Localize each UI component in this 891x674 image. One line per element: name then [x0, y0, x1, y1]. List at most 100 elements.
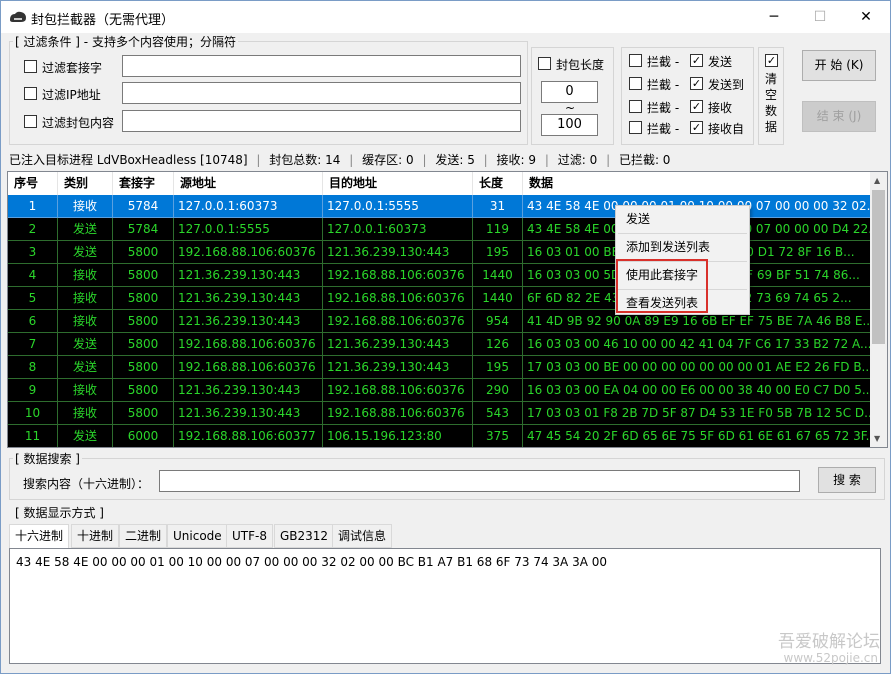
- tab-hex[interactable]: 十六进制: [9, 524, 70, 549]
- filter-ip-checkbox[interactable]: [24, 87, 37, 100]
- column-header-length[interactable]: 长度: [473, 172, 523, 195]
- column-header-destination[interactable]: 目的地址: [323, 172, 473, 195]
- status-recv: 接收: 9: [496, 153, 537, 167]
- length-min-input[interactable]: 0: [541, 81, 598, 103]
- start-button[interactable]: 开 始 (K): [802, 50, 876, 81]
- display-group-title: [ 数据显示方式 ]: [13, 504, 106, 521]
- filter-content-label: 过滤封包内容: [42, 116, 115, 130]
- title-bar[interactable]: 封包拦截器（无需代理） ─ ☐ ✕: [1, 1, 890, 33]
- cell-source: 121.36.239.130:443: [174, 310, 323, 333]
- tab-binary[interactable]: 二进制: [119, 524, 168, 548]
- tab-utf8[interactable]: UTF-8: [226, 524, 273, 548]
- cell-index: 8: [8, 356, 58, 379]
- clear-data-label-1: 清: [765, 72, 778, 86]
- filter-socket-input[interactable]: [122, 55, 521, 77]
- log-recvfrom-checkbox[interactable]: ✓: [690, 121, 703, 134]
- cell-data: 17 03 03 01 F8 2B 7D 5F 87 D4 53 1E F0 5…: [523, 402, 874, 425]
- tab-unicode[interactable]: Unicode: [167, 524, 228, 548]
- length-checkbox[interactable]: [538, 57, 551, 70]
- clear-data-label-2: 空: [765, 88, 778, 102]
- log-recv-checkbox[interactable]: ✓: [690, 100, 703, 113]
- status-separator: |: [606, 153, 611, 167]
- filter-content-checkbox[interactable]: [24, 115, 37, 128]
- cell-length: 543: [473, 402, 523, 425]
- cell-destination: 106.15.196.123:80: [323, 425, 473, 447]
- cell-length: 954: [473, 310, 523, 333]
- cell-destination: 121.36.239.130:443: [323, 333, 473, 356]
- log-sendto-checkbox[interactable]: ✓: [690, 77, 703, 90]
- column-header-type[interactable]: 类别: [58, 172, 113, 195]
- cell-index: 10: [8, 402, 58, 425]
- menu-item-add-to-send-list[interactable]: 添加到发送列表: [618, 236, 747, 258]
- column-header-data[interactable]: 数据: [523, 172, 874, 195]
- scroll-up-icon[interactable]: ▲: [874, 176, 880, 185]
- intercept-recv-checkbox[interactable]: [629, 100, 642, 113]
- status-total: 封包总数: 14: [269, 153, 341, 167]
- cell-destination: 121.36.239.130:443: [323, 356, 473, 379]
- tab-debug[interactable]: 调试信息: [332, 524, 393, 548]
- column-header-socket[interactable]: 套接字: [113, 172, 174, 195]
- table-row[interactable]: 9 接收 5800 121.36.239.130:443 192.168.88.106:…: [8, 379, 874, 402]
- log-sendto-label: 发送到: [708, 78, 745, 92]
- scroll-down-icon[interactable]: ▼: [874, 434, 880, 443]
- cell-socket: 5800: [113, 241, 174, 264]
- cell-socket: 5800: [113, 333, 174, 356]
- cell-type: 发送: [58, 241, 113, 264]
- cell-socket: 5784: [113, 195, 174, 218]
- table-row[interactable]: 10 接收 5800 121.36.239.130:443 192.168.88.106…: [8, 402, 874, 425]
- maximize-button[interactable]: ☐: [797, 1, 843, 33]
- cell-socket: 5800: [113, 287, 174, 310]
- search-input[interactable]: [159, 470, 800, 492]
- tab-gb2312[interactable]: GB2312: [274, 524, 335, 548]
- cell-destination: 192.168.88.106:60376: [323, 310, 473, 333]
- stop-button[interactable]: 结 束 (J): [802, 101, 876, 132]
- filter-ip-input[interactable]: [122, 82, 521, 104]
- cell-socket: 5800: [113, 379, 174, 402]
- log-send-label: 发送: [708, 55, 733, 69]
- cell-data: 16 03 03 00 EA 04 00 00 E6 00 00 38 40 0…: [523, 379, 874, 402]
- app-icon: [10, 11, 26, 22]
- cell-index: 5: [8, 287, 58, 310]
- filter-socket-checkbox[interactable]: [24, 60, 37, 73]
- column-header-index[interactable]: 序号: [8, 172, 58, 195]
- cell-data: 17 03 03 00 BE 00 00 00 00 00 00 00 01 A…: [523, 356, 874, 379]
- cell-destination: 192.168.88.106:60376: [323, 287, 473, 310]
- table-scrollbar[interactable]: ▲ ▼: [870, 172, 887, 447]
- scrollbar-thumb[interactable]: [872, 190, 885, 344]
- main-window: 封包拦截器（无需代理） ─ ☐ ✕ [ 过滤条件 ] - 支持多个内容使用；分隔…: [0, 0, 891, 674]
- minimize-button[interactable]: ─: [751, 1, 797, 33]
- tab-decimal[interactable]: 十进制: [71, 524, 120, 548]
- intercept-send-label: 拦截 -: [647, 55, 680, 69]
- table-row[interactable]: 7 发送 5800 192.168.88.106:60376 121.36.239.13…: [8, 333, 874, 356]
- cell-destination: 127.0.0.1:60373: [323, 218, 473, 241]
- cell-destination: 121.36.239.130:443: [323, 241, 473, 264]
- intercept-send-checkbox[interactable]: [629, 54, 642, 67]
- filter-content-input[interactable]: [122, 110, 521, 132]
- intercept-sendto-checkbox[interactable]: [629, 77, 642, 90]
- cell-destination: 192.168.88.106:60376: [323, 264, 473, 287]
- packet-table[interactable]: 序号 类别 套接字 源地址 目的地址 长度 数据 1 接收 5784 127.0.0.…: [7, 171, 888, 448]
- search-button[interactable]: 搜 索: [818, 467, 876, 493]
- clear-data-checkbox[interactable]: ✓: [765, 54, 778, 67]
- log-send-checkbox[interactable]: ✓: [690, 54, 703, 67]
- status-separator: |: [544, 153, 549, 167]
- column-header-source[interactable]: 源地址: [174, 172, 323, 195]
- intercept-recvfrom-checkbox[interactable]: [629, 121, 642, 134]
- cell-type: 发送: [58, 356, 113, 379]
- log-recv-label: 接收: [708, 101, 733, 115]
- cell-data: 16 03 03 00 46 10 00 00 42 41 04 7F C6 1…: [523, 333, 874, 356]
- length-max-input[interactable]: 100: [541, 114, 598, 136]
- status-sent: 发送: 5: [435, 153, 475, 167]
- close-button[interactable]: ✕: [843, 1, 889, 33]
- status-line: 已注入目标进程 LdVBoxHeadless [10748] | 封包总数: 1…: [9, 151, 670, 168]
- cell-type: 接收: [58, 195, 113, 218]
- menu-item-send[interactable]: 发送: [618, 208, 747, 230]
- data-output[interactable]: 43 4E 58 4E 00 00 00 01 00 10 00 00 07 0…: [9, 548, 881, 664]
- cell-socket: 5800: [113, 402, 174, 425]
- table-row[interactable]: 8 发送 5800 192.168.88.106:60376 121.36.239.13…: [8, 356, 874, 379]
- cell-length: 195: [473, 241, 523, 264]
- cell-type: 发送: [58, 425, 113, 447]
- clear-data-label-3: 数: [765, 104, 778, 118]
- cell-socket: 5800: [113, 264, 174, 287]
- table-row[interactable]: 11 发送 6000 192.168.88.106:60377 106.15.196.1…: [8, 425, 874, 447]
